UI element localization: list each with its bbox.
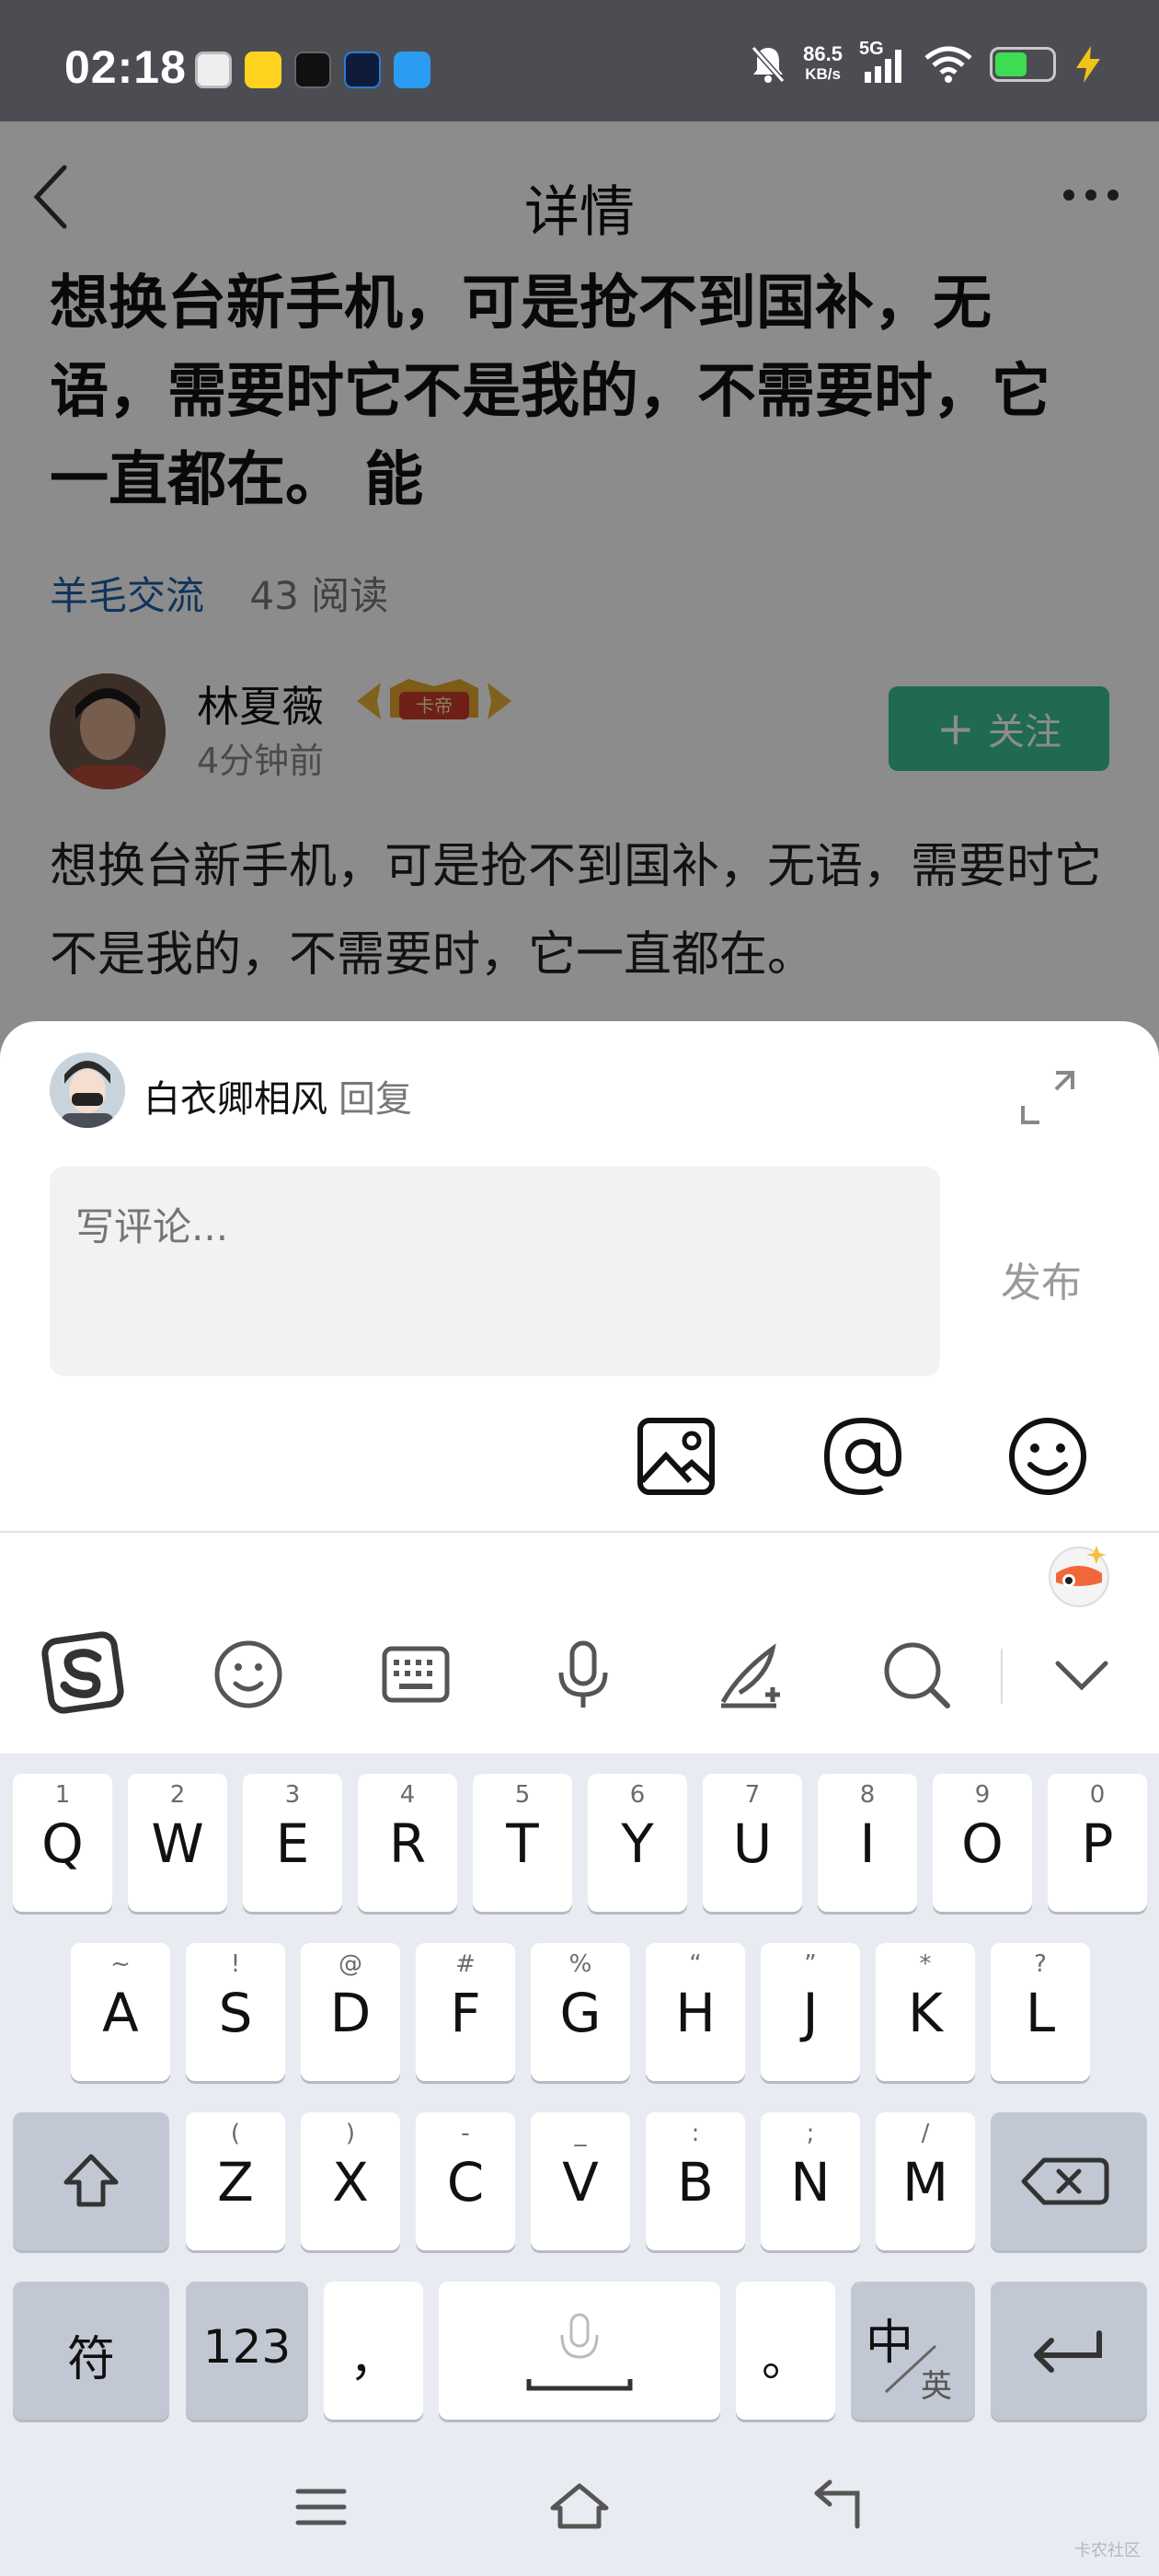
key-h[interactable]: “H [646,1943,745,2081]
watermark: 卡农社区 [1074,2541,1141,2560]
key-x[interactable]: ) X [301,2112,400,2250]
emoji-keyboard-icon[interactable] [210,1636,287,1713]
language-switch-key[interactable]: 中 英 [851,2282,975,2420]
home-icon[interactable] [547,2475,612,2539]
microphone-icon[interactable] [545,1636,622,1713]
period-key[interactable]: 。 [736,2282,835,2420]
keyboard-toolbar [0,1533,1159,1754]
space-key[interactable] [439,2282,720,2420]
shift-icon [63,2154,119,2207]
slash-icon [884,2344,937,2394]
app-icon-music [294,52,331,88]
key-w[interactable]: 2W [128,1774,227,1912]
key-o[interactable]: 9O [933,1774,1032,1912]
notification-app-icons [195,52,430,88]
status-bar: 02:18 86.5 KB/s 5G [0,0,1159,121]
sogou-logo-icon[interactable] [40,1630,125,1715]
charging-icon [1076,46,1100,83]
enter-key[interactable] [991,2282,1147,2420]
back-icon[interactable] [806,2475,870,2539]
reply-target-avatar [50,1052,125,1128]
comma-key[interactable]: ， [324,2282,423,2420]
net-speed: 86.5 KB/s [803,42,843,84]
key-m[interactable]: / M [876,2112,975,2250]
key-f[interactable]: # F [416,1943,515,2081]
app-icon-settings [195,52,232,88]
key-y[interactable]: 6Y [588,1774,687,1912]
handwriting-icon[interactable] [712,1636,789,1713]
space-mic-icon [526,2313,633,2391]
key-v[interactable]: _ V [531,2112,630,2250]
app-icon-app-blue [344,52,381,88]
search-icon[interactable] [878,1636,955,1713]
app-icon-app-lightblue [394,52,430,88]
enter-icon [1034,2330,1102,2373]
reply-target: 白衣卿相风 回复 [143,1069,412,1122]
keyboard-layout-icon[interactable] [377,1636,454,1713]
app-icon-qq-music [245,52,281,88]
backspace-icon [1021,2157,1109,2205]
symbol-key[interactable]: 符 [13,2282,169,2420]
battery-icon [990,47,1056,82]
key-q[interactable]: 1Q [13,1774,112,1912]
key-t[interactable]: 5T [473,1774,572,1912]
key-n[interactable]: ; N [761,2112,860,2250]
menu-icon[interactable] [289,2475,353,2539]
status-time: 02:18 [64,41,187,93]
shift-key[interactable] [13,2112,169,2250]
key-g[interactable]: % G [531,1943,630,2081]
key-s[interactable]: ! S [186,1943,285,2081]
reply-target-name: 白衣卿相风 [143,1078,327,1121]
key-e[interactable]: 3E [243,1774,342,1912]
backspace-key[interactable] [991,2112,1147,2250]
key-i[interactable]: 8I [818,1774,917,1912]
image-icon[interactable] [635,1415,717,1498]
wifi-icon [924,46,972,83]
key-u[interactable]: 7U [703,1774,802,1912]
keyboard: 1Q 2W 3E 4R 5T 6Y 7U 8I 9O 0P ~ A ! S @ D #… [0,1754,1159,2576]
reply-label: 回复 [339,1078,412,1121]
emoji-icon[interactable] [1006,1415,1089,1498]
key-z[interactable]: (Z [186,2112,285,2250]
key-k[interactable]: * K [876,1943,975,2081]
key-l[interactable]: ? L [991,1943,1090,2081]
modal-backdrop[interactable] [0,121,1159,1115]
comment-input[interactable] [50,1167,940,1376]
key-c[interactable]: -C [416,2112,515,2250]
key-r[interactable]: 4R [358,1774,457,1912]
key-d[interactable]: @ D [301,1943,400,2081]
publish-button[interactable]: 发布 [1001,1249,1082,1308]
reply-panel: 白衣卿相风回复 发布 [0,1021,1159,1533]
ime-mascot-icon[interactable] [1045,1540,1113,1608]
mention-icon[interactable] [821,1415,904,1498]
toolbar-divider [1001,1649,1003,1704]
key-a[interactable]: ~ A [71,1943,170,2081]
chevron-down-icon[interactable] [1043,1636,1120,1713]
expand-icon[interactable] [1019,1069,1076,1126]
key-p[interactable]: 0P [1048,1774,1147,1912]
key-b[interactable]: :B [646,2112,745,2250]
signal-icon: 5G [859,39,907,85]
mute-icon [751,46,786,83]
status-right: 86.5 KB/s 5G [750,39,1104,85]
key-j[interactable]: ” J [761,1943,860,2081]
number-key[interactable]: 123 [186,2282,308,2420]
